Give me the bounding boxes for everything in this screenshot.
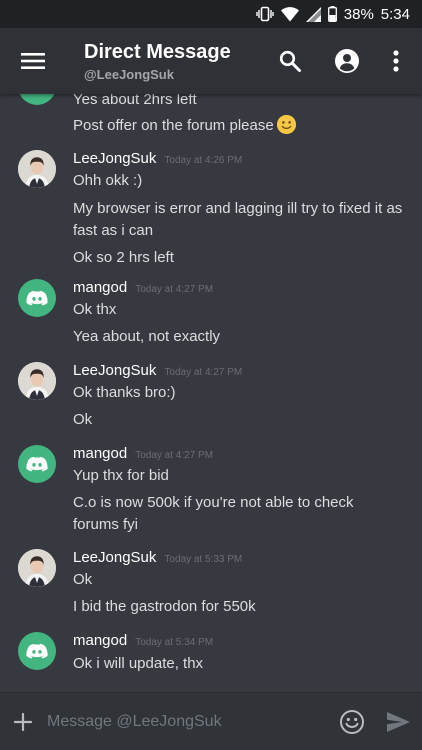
avatar[interactable]	[18, 632, 56, 670]
username[interactable]: LeeJongSuk	[73, 549, 156, 566]
message-text: Ok i will update, thx	[73, 655, 204, 672]
message-header: mangod Today at 5:34 PM	[73, 632, 213, 649]
message-text: Yes about 2hrs left	[73, 94, 197, 108]
message-text: Ok so 2 hrs left	[73, 249, 174, 266]
message-text: Ohh okk :)	[73, 172, 143, 189]
message-input[interactable]	[47, 707, 322, 737]
message-header: LeeJongSuk Today at 4:26 PM	[73, 150, 242, 167]
message-text: My browser is error and lagging ill try …	[73, 200, 403, 239]
message-group: mangod Today at 5:34 PM Ok i will update…	[0, 632, 422, 687]
username[interactable]: LeeJongSuk	[73, 362, 156, 379]
avatar[interactable]	[18, 94, 56, 105]
message-text: I bid the gastrodon for 550k	[73, 598, 256, 615]
timestamp: Today at 5:34 PM	[135, 637, 214, 648]
message-group: LeeJongSuk Today at 4:26 PM Ohh okk :) M…	[0, 150, 422, 270]
timestamp: Today at 4:26 PM	[164, 155, 243, 166]
app-header: Direct Message @LeeJongSuk	[0, 28, 422, 94]
send-icon[interactable]	[385, 709, 411, 735]
message-text: Post offer on the forum please	[73, 117, 274, 134]
message-group: LeeJongSuk Today at 4:27 PM Ok thanks br…	[0, 362, 422, 442]
message-header: mangod Today at 4:27 PM	[73, 279, 213, 296]
status-clock: 5:34	[380, 5, 410, 23]
signal-icon	[305, 6, 321, 22]
message-text: Ok thx	[73, 301, 117, 318]
slightly-smiling-face-icon	[276, 115, 296, 134]
username[interactable]: mangod	[73, 279, 127, 296]
username[interactable]: mangod	[73, 445, 127, 462]
battery-percent: 38%	[343, 5, 374, 23]
search-icon[interactable]	[276, 47, 304, 75]
status-bar: 38% 5:34	[0, 0, 422, 28]
username[interactable]: LeeJongSuk	[73, 150, 156, 167]
message-list[interactable]: Yes about 2hrs left Post offer on the fo…	[0, 94, 422, 692]
message-text: Yup thx for bid	[73, 467, 169, 484]
avatar[interactable]	[18, 362, 56, 400]
username[interactable]: mangod	[73, 632, 127, 649]
menu-icon[interactable]	[18, 48, 48, 74]
message-text: Ok thanks bro:)	[73, 384, 176, 401]
timestamp: Today at 4:27 PM	[135, 284, 214, 295]
emoji-icon[interactable]	[339, 709, 365, 735]
vibrate-icon	[256, 6, 274, 22]
timestamp: Today at 5:33 PM	[164, 554, 243, 565]
battery-icon	[327, 6, 337, 22]
plus-icon[interactable]	[12, 711, 34, 733]
message-group: LeeJongSuk Today at 5:33 PM Ok I bid the…	[0, 549, 422, 629]
page-title: Direct Message	[84, 41, 231, 63]
message-header: LeeJongSuk Today at 4:27 PM	[73, 362, 242, 379]
message-text: Ok	[73, 571, 93, 588]
avatar[interactable]	[18, 150, 56, 188]
more-vert-icon[interactable]	[382, 47, 410, 75]
message-line: Post offer on the forum please	[73, 115, 413, 137]
timestamp: Today at 4:27 PM	[164, 367, 243, 378]
message-text: C.o is now 500k if you're not able to ch…	[73, 494, 354, 533]
header-titles: Direct Message @LeeJongSuk	[84, 40, 231, 84]
message-text: Yea about, not exactly	[73, 328, 221, 345]
message-text: Ok	[73, 411, 93, 428]
timestamp: Today at 4:27 PM	[135, 450, 214, 461]
message-group: mangod Today at 4:27 PM Yup thx for bid …	[0, 445, 422, 545]
message-header: mangod Today at 4:27 PM	[73, 445, 213, 462]
message-group: Yes about 2hrs left Post offer on the fo…	[0, 94, 422, 149]
avatar[interactable]	[18, 549, 56, 587]
page-subtitle: @LeeJongSuk	[84, 67, 174, 82]
wifi-icon	[280, 6, 299, 22]
avatar[interactable]	[18, 279, 56, 317]
message-header: LeeJongSuk Today at 5:33 PM	[73, 549, 242, 566]
message-composer	[0, 692, 422, 750]
avatar[interactable]	[18, 445, 56, 483]
account-icon[interactable]	[333, 47, 361, 75]
message-group: mangod Today at 4:27 PM Ok thx Yea about…	[0, 279, 422, 359]
